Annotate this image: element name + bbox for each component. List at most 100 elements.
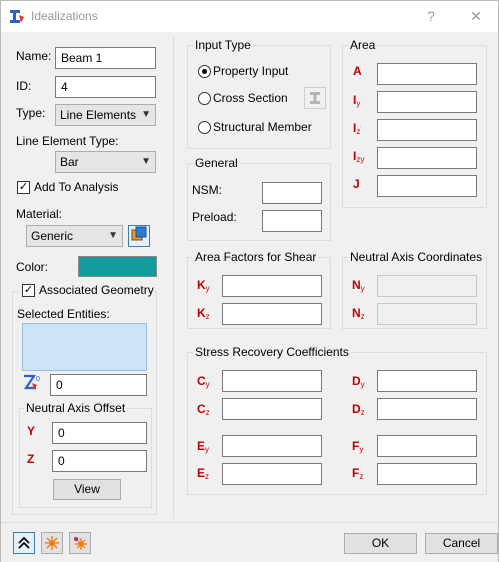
radio-property-input-label: Property Input [213,64,289,78]
associated-geometry-checkbox[interactable]: ✓ [22,284,35,297]
stress-fy-label: Fy [352,439,363,454]
line-element-type-label: Line Element Type: [16,134,119,148]
stress-ez-symbol: E [197,466,206,480]
add-to-analysis-checkbox[interactable]: ✓ [17,181,30,194]
name-field[interactable]: Beam 1 [55,47,156,69]
area-j-symbol: J [353,177,360,191]
area-izy-field[interactable] [377,147,477,169]
shear-ky-field[interactable] [222,275,322,297]
chevron-down-icon: ▼ [108,230,118,241]
color-label: Color: [16,260,49,274]
id-field[interactable]: 4 [55,76,156,98]
cross-section-button[interactable] [304,87,326,109]
neutral-ny-label: Ny [352,278,365,293]
shear-factors-title: Area Factors for Shear [193,250,319,264]
area-iy-label: Iy [353,93,360,108]
cancel-button[interactable]: Cancel [425,533,498,554]
area-j-label: J [353,177,360,191]
stress-fy-field[interactable] [377,435,477,457]
offset-y-field[interactable]: 0 [52,422,147,444]
type-select[interactable]: Line Elements ▼ [55,104,156,126]
shear-kz-field[interactable] [222,303,322,325]
neutral-nz-field[interactable] [377,303,477,325]
stress-ey-label: Ey [197,439,209,454]
stress-cz-field[interactable] [222,398,322,420]
window-title: Idealizations [31,9,98,23]
stress-dy-subscript: y [360,380,365,389]
svg-text:0: 0 [36,376,40,383]
line-element-type-value: Bar [60,155,79,169]
close-button[interactable]: ✕ [454,1,498,32]
material-library-button[interactable] [128,225,150,247]
stress-dz-field[interactable] [377,398,477,420]
nsm-field[interactable] [262,182,322,204]
entity-pick-icon[interactable]: 0 [22,374,42,395]
stress-dy-field[interactable] [377,370,477,392]
stress-ez-subscript: z [205,472,210,481]
radio-property-input[interactable] [198,65,211,78]
radio-structural-member[interactable] [198,121,211,134]
id-label: ID: [16,79,32,93]
stress-fz-subscript: z [359,472,364,481]
stress-cz-symbol: C [197,402,206,416]
chevron-down-icon: ▼ [141,109,151,120]
area-iz-label: Iz [353,121,360,136]
neutral-ny-field[interactable] [377,275,477,297]
type-select-value: Line Elements [60,108,137,122]
stress-dz-symbol: D [352,402,361,416]
stress-dz-subscript: z [360,408,365,417]
line-element-type-select[interactable]: Bar ▼ [55,151,156,173]
shear-ky-label: Ky [197,278,210,293]
highlight-all-button[interactable] [69,532,91,554]
preload-field[interactable] [262,210,322,232]
stress-fz-label: Fz [352,466,363,481]
offset-y-label: Y [27,424,36,438]
name-label: Name: [16,49,52,63]
stress-cy-symbol: C [197,374,206,388]
ok-button[interactable]: OK [344,533,417,554]
stress-cy-field[interactable] [222,370,322,392]
area-j-field[interactable] [377,175,477,197]
area-iz-field[interactable] [377,119,477,141]
radio-cross-section[interactable] [198,92,211,105]
color-swatch[interactable] [78,256,157,277]
stress-cy-label: Cy [197,374,210,389]
cross-section-icon [307,92,323,109]
stress-ey-subscript: y [205,445,210,454]
entity-count-field[interactable]: 0 [50,374,147,396]
material-select-value: Generic [31,229,74,243]
associated-geometry-header: ✓ Associated Geometry [19,283,154,299]
area-iy-field[interactable] [377,91,477,113]
view-button[interactable]: View [53,479,121,500]
double-chevron-up-icon [18,536,30,553]
area-a-field[interactable] [377,63,477,85]
stress-ey-symbol: E [197,439,206,453]
idealizations-dialog: Idealizations ? ✕ Name: Beam 1 ID: 4 Typ… [0,0,499,562]
dialog-footer: OK Cancel [1,522,498,562]
shear-kz-symbol: K [197,306,206,320]
stress-cz-label: Cz [197,402,210,417]
preload-label: Preload: [192,210,237,224]
shear-kz-label: Kz [197,306,210,321]
help-button[interactable]: ? [409,1,453,32]
material-select[interactable]: Generic ▼ [26,225,123,247]
stress-fz-field[interactable] [377,463,477,485]
stress-fy-subscript: y [359,445,364,454]
offset-z-label: Z [27,452,35,466]
material-label: Material: [16,207,63,221]
stress-ez-field[interactable] [222,463,322,485]
shear-kz-subscript: z [205,312,210,321]
selected-entities-list[interactable] [22,323,147,371]
collapse-button[interactable] [13,532,35,554]
column-divider [173,37,174,519]
stress-ey-field[interactable] [222,435,322,457]
input-type-title: Input Type [193,38,253,52]
nsm-label: NSM: [192,183,222,197]
offset-z-field[interactable]: 0 [52,450,147,472]
add-to-analysis-label: Add To Analysis [34,180,119,194]
highlight-button[interactable] [41,532,63,554]
stress-dz-label: Dz [352,402,365,417]
neutral-ny-subscript: y [360,284,365,293]
radio-cross-section-label: Cross Section [213,91,288,105]
general-title: General [193,156,240,170]
